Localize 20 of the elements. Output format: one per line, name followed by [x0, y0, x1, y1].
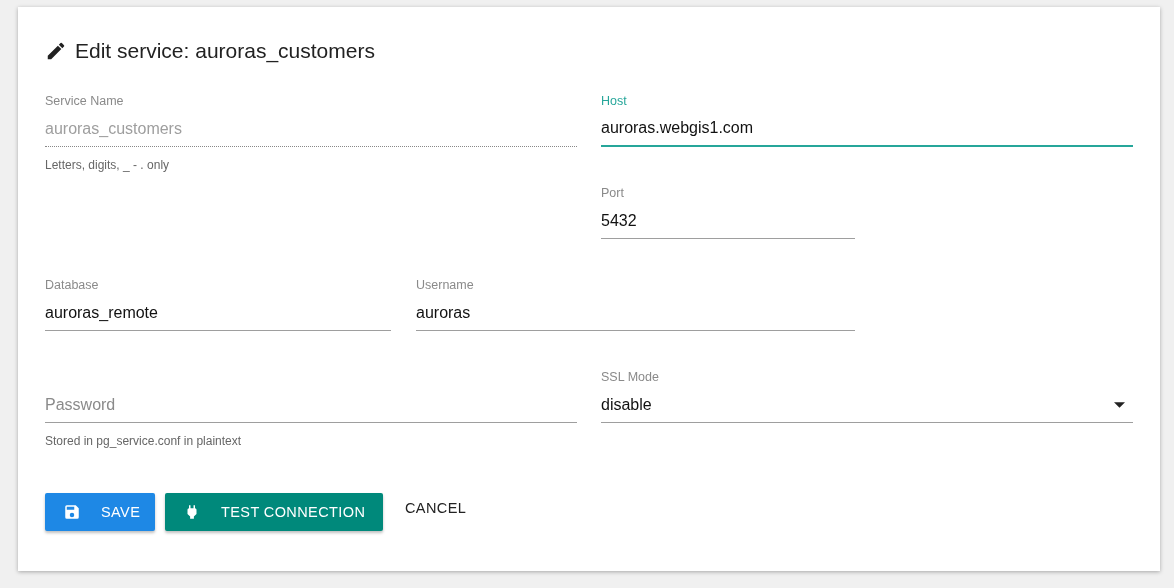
field-hint: Stored in pg_service.conf in plaintext: [45, 434, 243, 448]
field-label: Service Name: [45, 94, 124, 108]
input-field[interactable]: auroras_remote: [45, 295, 391, 331]
field-label: Port: [601, 186, 624, 200]
cancel-button[interactable]: CANCEL: [393, 489, 479, 527]
input-field[interactable]: auroras: [416, 295, 855, 331]
input-field[interactable]: 5432: [601, 203, 855, 239]
field-label: Database: [45, 278, 99, 292]
pencil-icon: [45, 40, 67, 62]
select-field[interactable]: disable: [601, 387, 1133, 423]
test-connection-button[interactable]: TEST CONNECTION: [165, 493, 383, 531]
field-label: SSL Mode: [601, 370, 659, 384]
field-label: Username: [416, 278, 474, 292]
field-label: Host: [601, 94, 627, 108]
save-button[interactable]: SAVE: [45, 493, 155, 531]
dropdown-caret-icon: [1114, 402, 1125, 408]
input-field[interactable]: Password: [45, 387, 577, 423]
input-field[interactable]: auroras.webgis1.com: [601, 111, 1133, 147]
field-hint: Letters, digits, _ - . only: [45, 158, 171, 172]
page-title: Edit service: auroras_customers: [75, 39, 375, 63]
